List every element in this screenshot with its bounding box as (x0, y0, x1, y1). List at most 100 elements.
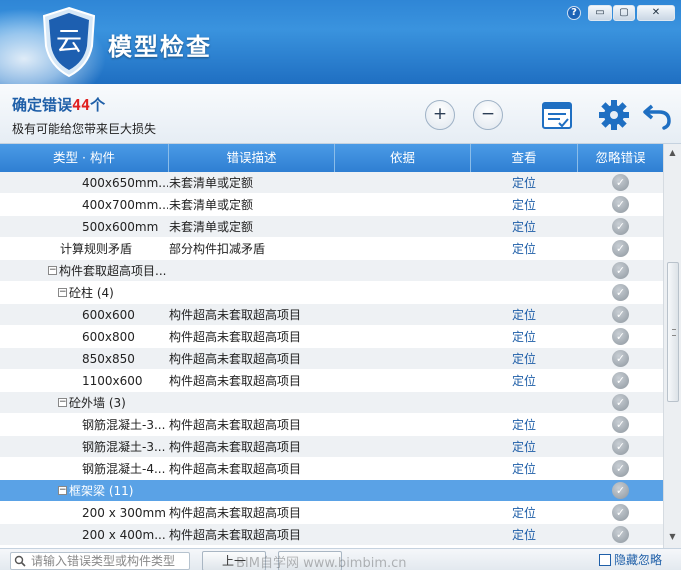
locate-link (471, 480, 577, 502)
column-header-ignore[interactable]: 忽略错误 (578, 144, 663, 172)
ignore-cell: ✓ (578, 524, 663, 546)
table-row[interactable]: 钢筋混凝土-3... 构件超高未套取超高项目 定位 ✓ (0, 414, 663, 436)
table-row[interactable]: − 砼外墙 (3) ✓ (0, 392, 663, 414)
collapse-toggle-icon[interactable]: − (48, 266, 57, 275)
table-row[interactable]: 钢筋混凝土-3... 构件超高未套取超高项目 定位 ✓ (0, 436, 663, 458)
scrollbar-thumb[interactable] (667, 262, 679, 402)
collapse-all-button[interactable]: − (473, 100, 503, 130)
locate-link[interactable]: 定位 (471, 348, 577, 370)
locate-link[interactable]: 定位 (471, 326, 577, 348)
locate-link[interactable]: 定位 (471, 414, 577, 436)
ignore-check-icon[interactable]: ✓ (612, 394, 629, 411)
ignore-check-icon[interactable]: ✓ (612, 416, 629, 433)
table-row[interactable]: − 框架梁 (11) ✓ (0, 480, 663, 502)
locate-link[interactable]: 定位 (471, 304, 577, 326)
app-title: 模型检查 (108, 33, 212, 61)
error-summary-title: 确定错误44个 (12, 94, 105, 115)
collapse-toggle-icon[interactable]: − (58, 398, 67, 407)
row-component-name: 钢筋混凝土-3... (82, 440, 166, 454)
table-row[interactable]: 600x800 构件超高未套取超高项目 定位 ✓ (0, 326, 663, 348)
vertical-scrollbar[interactable]: ▲ ▼ (663, 144, 681, 548)
row-component-cell: 400x700mm... (0, 194, 168, 216)
locate-link[interactable]: 定位 (471, 238, 577, 260)
collapse-toggle-icon[interactable]: − (58, 486, 67, 495)
ignore-cell: ✓ (578, 414, 663, 436)
table-row[interactable]: 600x600 构件超高未套取超高项目 定位 ✓ (0, 304, 663, 326)
locate-link[interactable]: 定位 (471, 194, 577, 216)
checkbox-box[interactable] (599, 553, 611, 566)
ignore-check-icon[interactable]: ✓ (612, 460, 629, 477)
hide-ignored-checkbox[interactable]: 隐藏忽略 (599, 553, 662, 567)
gear-icon[interactable] (597, 98, 631, 132)
row-component-name: 600x800 (82, 330, 135, 344)
row-error-description: 构件超高未套取超高项目 (169, 440, 302, 454)
ignore-check-icon[interactable]: ✓ (612, 482, 629, 499)
ignore-cell: ✓ (578, 238, 663, 260)
ignore-check-icon[interactable]: ✓ (612, 284, 629, 301)
ignore-check-icon[interactable]: ✓ (612, 240, 629, 257)
table-row[interactable]: 850x850 构件超高未套取超高项目 定位 ✓ (0, 348, 663, 370)
row-component-cell: 钢筋混凝土-4... (0, 458, 168, 480)
column-header-basis[interactable]: 依据 (335, 144, 471, 172)
scroll-up-icon[interactable]: ▲ (666, 146, 679, 160)
table-row[interactable]: 400x650mm... 未套清单或定额 定位 ✓ (0, 172, 663, 194)
locate-link[interactable]: 定位 (471, 216, 577, 238)
table-row[interactable]: − 构件套取超高项目... ✓ (0, 260, 663, 282)
row-error-description: 未套清单或定额 (169, 198, 254, 212)
row-error-description: 构件超高未套取超高项目 (169, 418, 302, 432)
locate-link[interactable]: 定位 (471, 502, 577, 524)
ignore-check-icon[interactable]: ✓ (612, 350, 629, 367)
locate-link[interactable]: 定位 (471, 172, 577, 194)
row-component-cell: − 砼外墙 (3) (0, 392, 168, 414)
table-row[interactable]: 500x600mm 未套清单或定额 定位 ✓ (0, 216, 663, 238)
row-component-cell: − 砼柱 (4) (0, 282, 168, 304)
row-error-description: 构件超高未套取超高项目 (169, 506, 302, 520)
back-arrow-icon[interactable] (643, 98, 673, 132)
search-input[interactable]: 请输入错误类型或构件类型 (10, 552, 190, 570)
ignore-check-icon[interactable]: ✓ (612, 372, 629, 389)
locate-link[interactable]: 定位 (471, 370, 577, 392)
ignore-check-icon[interactable]: ✓ (612, 218, 629, 235)
maximize-button[interactable]: ▢ (613, 5, 635, 21)
column-header-description[interactable]: 错误描述 (169, 144, 335, 172)
row-error-description (169, 392, 335, 414)
locate-link[interactable]: 定位 (471, 436, 577, 458)
row-component-name: 框架梁 (11) (69, 484, 134, 498)
row-error-description: 构件超高未套取超高项目 (169, 462, 302, 476)
column-header-view[interactable]: 查看 (471, 144, 578, 172)
row-component-name: 构件套取超高项目... (59, 264, 167, 278)
svg-text:云: 云 (56, 27, 82, 57)
ignore-check-icon[interactable]: ✓ (612, 526, 629, 543)
ignore-check-icon[interactable]: ✓ (612, 328, 629, 345)
report-list-icon[interactable] (540, 98, 574, 132)
table-row[interactable]: 200 x 300mm 构件超高未套取超高项目 定位 ✓ (0, 502, 663, 524)
table-row[interactable]: 钢筋混凝土-4... 构件超高未套取超高项目 定位 ✓ (0, 458, 663, 480)
ignore-check-icon[interactable]: ✓ (612, 262, 629, 279)
help-button[interactable]: ? (567, 6, 581, 20)
ignore-check-icon[interactable]: ✓ (612, 174, 629, 191)
locate-link[interactable]: 定位 (471, 524, 577, 546)
column-header-type[interactable]: 类型 · 构件 (0, 144, 169, 172)
ignore-check-icon[interactable]: ✓ (612, 504, 629, 521)
locate-link[interactable]: 定位 (471, 458, 577, 480)
table-row[interactable]: 400x700mm... 未套清单或定额 定位 ✓ (0, 194, 663, 216)
minimize-button[interactable]: ▭ (588, 5, 612, 21)
table-row[interactable]: 计算规则矛盾 部分构件扣减矛盾 定位 ✓ (0, 238, 663, 260)
close-button[interactable]: ✕ (637, 5, 675, 21)
table-row[interactable]: − 砼柱 (4) ✓ (0, 282, 663, 304)
expand-all-button[interactable]: + (425, 100, 455, 130)
ignore-check-icon[interactable]: ✓ (612, 438, 629, 455)
ignore-check-icon[interactable]: ✓ (612, 196, 629, 213)
error-label: 确定错误 (12, 96, 73, 114)
collapse-toggle-icon[interactable]: − (58, 288, 67, 297)
ignore-check-icon[interactable]: ✓ (612, 306, 629, 323)
row-component-cell: 钢筋混凝土-3... (0, 414, 168, 436)
row-component-name: 500x600mm (82, 220, 159, 234)
scroll-down-icon[interactable]: ▼ (666, 530, 679, 544)
row-component-cell: 400x650mm... (0, 172, 168, 194)
row-component-cell: 600x600 (0, 304, 168, 326)
ignore-cell: ✓ (578, 194, 663, 216)
ignore-cell: ✓ (578, 436, 663, 458)
table-row[interactable]: 200 x 400m... 构件超高未套取超高项目 定位 ✓ (0, 524, 663, 546)
table-row[interactable]: 1100x600 构件超高未套取超高项目 定位 ✓ (0, 370, 663, 392)
